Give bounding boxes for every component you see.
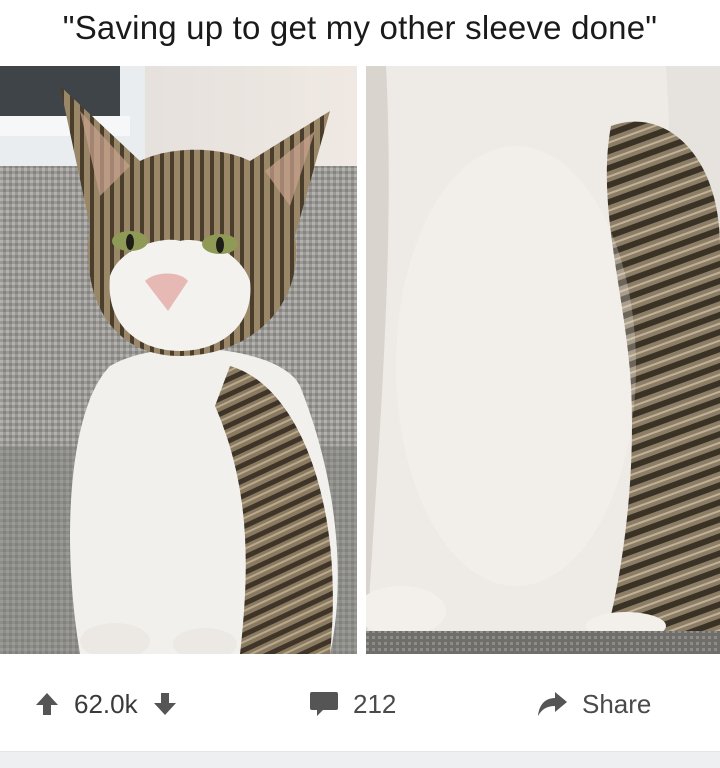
- post-actions: 62.0k 212 Share: [0, 676, 720, 732]
- arrow-up-icon[interactable]: [34, 691, 60, 717]
- arrow-down-icon[interactable]: [152, 691, 178, 717]
- vote-score: 62.0k: [74, 688, 138, 719]
- post-media[interactable]: [0, 66, 720, 654]
- share-arrow-icon: [536, 690, 568, 718]
- comment-bubble-icon: [309, 690, 339, 718]
- post-title[interactable]: "Saving up to get my other sleeve done": [0, 8, 720, 48]
- share-button[interactable]: Share: [536, 676, 651, 732]
- share-label: Share: [582, 688, 652, 719]
- post-card: "Saving up to get my other sleeve done": [0, 0, 720, 768]
- footer-divider: [0, 751, 720, 768]
- cat-photo-right[interactable]: [366, 66, 720, 654]
- cat-photo-left[interactable]: [0, 66, 357, 654]
- comment-count: 212: [353, 688, 397, 719]
- cat-photo-left-image: [0, 66, 357, 654]
- comments-button[interactable]: 212: [309, 676, 396, 732]
- vote-group: 62.0k: [34, 676, 178, 732]
- cat-photo-right-image: [366, 66, 720, 654]
